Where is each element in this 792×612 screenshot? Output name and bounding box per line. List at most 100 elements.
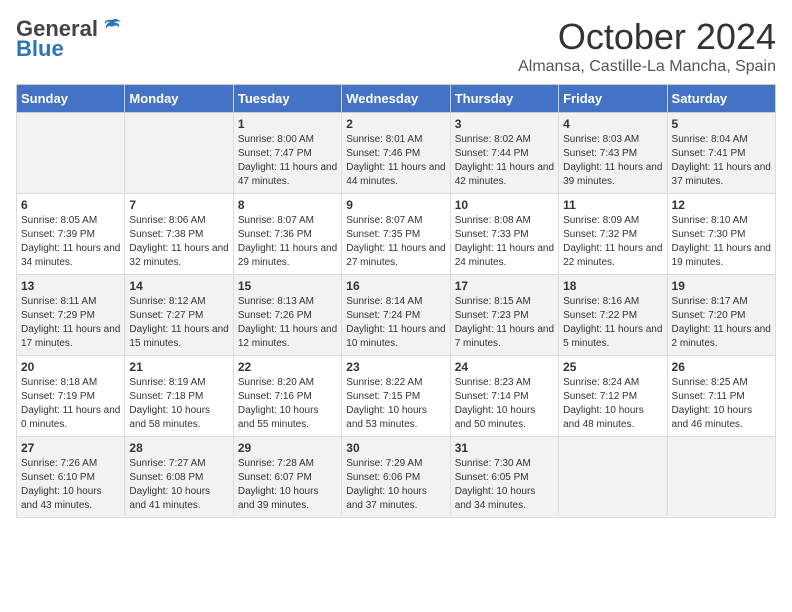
- weekday-header: Thursday: [450, 85, 558, 113]
- day-info: Sunrise: 8:07 AM Sunset: 7:35 PM Dayligh…: [346, 214, 445, 270]
- day-number: 28: [129, 441, 228, 455]
- calendar-week-row: 6Sunrise: 8:05 AM Sunset: 7:39 PM Daylig…: [17, 194, 776, 275]
- day-number: 20: [21, 360, 120, 374]
- day-info: Sunrise: 8:02 AM Sunset: 7:44 PM Dayligh…: [455, 133, 554, 189]
- calendar-header: SundayMondayTuesdayWednesdayThursdayFrid…: [17, 85, 776, 113]
- weekday-header: Sunday: [17, 85, 125, 113]
- day-number: 4: [563, 117, 662, 131]
- calendar-body: 1 Sunrise: 8:00 AM Sunset: 7:47 PM Daylig…: [17, 113, 776, 518]
- day-info: Sunrise: 7:28 AM Sunset: 6:07 PM Dayligh…: [238, 457, 337, 513]
- calendar-cell: 8Sunrise: 8:07 AM Sunset: 7:36 PM Daylig…: [233, 194, 341, 275]
- day-info: Sunrise: 8:10 AM Sunset: 7:30 PM Dayligh…: [672, 214, 771, 270]
- day-info: Sunrise: 7:27 AM Sunset: 6:08 PM Dayligh…: [129, 457, 228, 513]
- page-header: General Blue October 2024 Almansa, Casti…: [16, 16, 776, 76]
- calendar-cell: 26 Sunrise: 8:25 AM Sunset: 7:11 PM Dayli…: [667, 356, 775, 437]
- calendar-cell: 21 Sunrise: 8:19 AM Sunset: 7:18 PM Dayli…: [125, 356, 233, 437]
- day-info: Sunrise: 8:16 AM Sunset: 7:22 PM Dayligh…: [563, 295, 662, 351]
- calendar-cell: 27 Sunrise: 7:26 AM Sunset: 6:10 PM Dayli…: [17, 437, 125, 518]
- day-number: 7: [129, 198, 228, 212]
- day-info: Sunrise: 8:03 AM Sunset: 7:43 PM Dayligh…: [563, 133, 662, 189]
- day-number: 15: [238, 279, 337, 293]
- calendar-cell: 14 Sunrise: 8:12 AM Sunset: 7:27 PM Dayli…: [125, 275, 233, 356]
- day-info: Sunrise: 8:00 AM Sunset: 7:47 PM Dayligh…: [238, 133, 337, 189]
- calendar-cell: 1 Sunrise: 8:00 AM Sunset: 7:47 PM Daylig…: [233, 113, 341, 194]
- day-info: Sunrise: 8:23 AM Sunset: 7:14 PM Dayligh…: [455, 376, 554, 432]
- calendar-cell: 18 Sunrise: 8:16 AM Sunset: 7:22 PM Dayli…: [559, 275, 667, 356]
- calendar-cell: 11 Sunrise: 8:09 AM Sunset: 7:32 PM Dayli…: [559, 194, 667, 275]
- calendar-cell: 29Sunrise: 7:28 AM Sunset: 6:07 PM Dayli…: [233, 437, 341, 518]
- day-number: 8: [238, 198, 337, 212]
- day-number: 2: [346, 117, 445, 131]
- weekday-header: Wednesday: [342, 85, 450, 113]
- weekday-header: Tuesday: [233, 85, 341, 113]
- calendar-table: SundayMondayTuesdayWednesdayThursdayFrid…: [16, 84, 776, 518]
- day-info: Sunrise: 8:18 AM Sunset: 7:19 PM Dayligh…: [21, 376, 120, 432]
- title-area: October 2024 Almansa, Castille-La Mancha…: [518, 16, 776, 76]
- weekday-header: Saturday: [667, 85, 775, 113]
- calendar-cell: [17, 113, 125, 194]
- day-number: 21: [129, 360, 228, 374]
- calendar-cell: 15 Sunrise: 8:13 AM Sunset: 7:26 PM Dayli…: [233, 275, 341, 356]
- bird-icon: [101, 16, 123, 38]
- day-number: 17: [455, 279, 554, 293]
- day-info: Sunrise: 8:12 AM Sunset: 7:27 PM Dayligh…: [129, 295, 228, 351]
- calendar-cell: [559, 437, 667, 518]
- day-number: 25: [563, 360, 662, 374]
- day-info: Sunrise: 8:22 AM Sunset: 7:15 PM Dayligh…: [346, 376, 445, 432]
- day-number: 16: [346, 279, 445, 293]
- day-number: 5: [672, 117, 771, 131]
- day-number: 23: [346, 360, 445, 374]
- day-number: 10: [455, 198, 554, 212]
- day-number: 18: [563, 279, 662, 293]
- calendar-cell: 12 Sunrise: 8:10 AM Sunset: 7:30 PM Dayli…: [667, 194, 775, 275]
- day-info: Sunrise: 8:06 AM Sunset: 7:38 PM Dayligh…: [129, 214, 228, 270]
- day-number: 14: [129, 279, 228, 293]
- calendar-cell: [667, 437, 775, 518]
- day-number: 22: [238, 360, 337, 374]
- day-info: Sunrise: 8:25 AM Sunset: 7:11 PM Dayligh…: [672, 376, 771, 432]
- day-info: Sunrise: 8:04 AM Sunset: 7:41 PM Dayligh…: [672, 133, 771, 189]
- day-number: 30: [346, 441, 445, 455]
- day-info: Sunrise: 8:05 AM Sunset: 7:39 PM Dayligh…: [21, 214, 120, 270]
- calendar-cell: [125, 113, 233, 194]
- day-number: 31: [455, 441, 554, 455]
- day-info: Sunrise: 8:11 AM Sunset: 7:29 PM Dayligh…: [21, 295, 120, 351]
- calendar-cell: 4 Sunrise: 8:03 AM Sunset: 7:43 PM Daylig…: [559, 113, 667, 194]
- day-number: 19: [672, 279, 771, 293]
- day-number: 12: [672, 198, 771, 212]
- day-number: 11: [563, 198, 662, 212]
- calendar-cell: 2Sunrise: 8:01 AM Sunset: 7:46 PM Daylig…: [342, 113, 450, 194]
- day-number: 13: [21, 279, 120, 293]
- day-info: Sunrise: 8:17 AM Sunset: 7:20 PM Dayligh…: [672, 295, 771, 351]
- calendar-cell: 24Sunrise: 8:23 AM Sunset: 7:14 PM Dayli…: [450, 356, 558, 437]
- day-number: 1: [238, 117, 337, 131]
- calendar-cell: 23 Sunrise: 8:22 AM Sunset: 7:15 PM Dayli…: [342, 356, 450, 437]
- calendar-cell: 19 Sunrise: 8:17 AM Sunset: 7:20 PM Dayli…: [667, 275, 775, 356]
- day-info: Sunrise: 8:08 AM Sunset: 7:33 PM Dayligh…: [455, 214, 554, 270]
- calendar-cell: 25 Sunrise: 8:24 AM Sunset: 7:12 PM Dayli…: [559, 356, 667, 437]
- weekday-header: Friday: [559, 85, 667, 113]
- calendar-week-row: 27 Sunrise: 7:26 AM Sunset: 6:10 PM Dayli…: [17, 437, 776, 518]
- weekday-header: Monday: [125, 85, 233, 113]
- calendar-week-row: 20 Sunrise: 8:18 AM Sunset: 7:19 PM Dayli…: [17, 356, 776, 437]
- day-info: Sunrise: 7:30 AM Sunset: 6:05 PM Dayligh…: [455, 457, 554, 513]
- day-info: Sunrise: 8:13 AM Sunset: 7:26 PM Dayligh…: [238, 295, 337, 351]
- day-info: Sunrise: 8:24 AM Sunset: 7:12 PM Dayligh…: [563, 376, 662, 432]
- calendar-cell: 20 Sunrise: 8:18 AM Sunset: 7:19 PM Dayli…: [17, 356, 125, 437]
- month-title: October 2024: [518, 16, 776, 58]
- day-info: Sunrise: 8:14 AM Sunset: 7:24 PM Dayligh…: [346, 295, 445, 351]
- day-number: 26: [672, 360, 771, 374]
- day-info: Sunrise: 8:19 AM Sunset: 7:18 PM Dayligh…: [129, 376, 228, 432]
- calendar-cell: 31 Sunrise: 7:30 AM Sunset: 6:05 PM Dayli…: [450, 437, 558, 518]
- calendar-cell: 9Sunrise: 8:07 AM Sunset: 7:35 PM Daylig…: [342, 194, 450, 275]
- day-info: Sunrise: 8:20 AM Sunset: 7:16 PM Dayligh…: [238, 376, 337, 432]
- calendar-cell: 17Sunrise: 8:15 AM Sunset: 7:23 PM Dayli…: [450, 275, 558, 356]
- calendar-cell: 7 Sunrise: 8:06 AM Sunset: 7:38 PM Daylig…: [125, 194, 233, 275]
- day-number: 27: [21, 441, 120, 455]
- calendar-cell: 5 Sunrise: 8:04 AM Sunset: 7:41 PM Daylig…: [667, 113, 775, 194]
- calendar-week-row: 1 Sunrise: 8:00 AM Sunset: 7:47 PM Daylig…: [17, 113, 776, 194]
- day-info: Sunrise: 7:26 AM Sunset: 6:10 PM Dayligh…: [21, 457, 120, 513]
- day-info: Sunrise: 8:09 AM Sunset: 7:32 PM Dayligh…: [563, 214, 662, 270]
- calendar-cell: 10 Sunrise: 8:08 AM Sunset: 7:33 PM Dayli…: [450, 194, 558, 275]
- calendar-cell: 3Sunrise: 8:02 AM Sunset: 7:44 PM Daylig…: [450, 113, 558, 194]
